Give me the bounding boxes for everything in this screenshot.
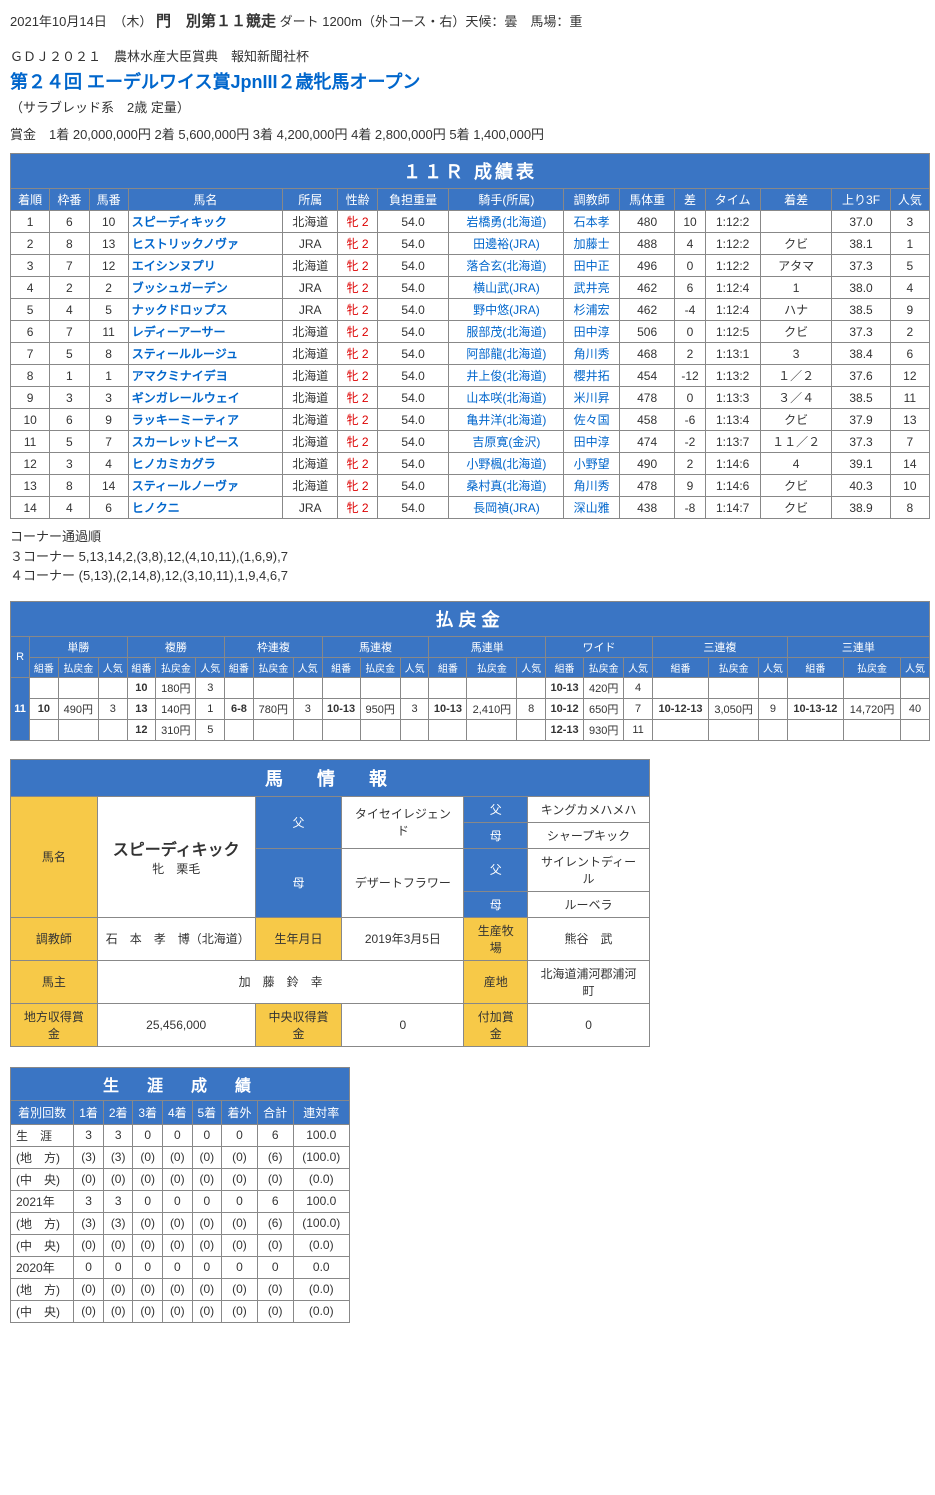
result-row: 545ナックドロップスJRA牝 254.0野中悠(JRA)杉浦宏462-41:1… — [11, 299, 930, 321]
horse-link[interactable]: ヒノクニ — [128, 497, 282, 519]
result-row: 1157スカーレットピース北海道牝 254.0吉原寛(金沢)田中淳474-21:… — [11, 431, 930, 453]
horse-link[interactable]: スピーディキック — [128, 211, 282, 233]
horse-link[interactable]: ヒストリックノヴァ — [128, 233, 282, 255]
result-row: 758スティールルージュ北海道牝 254.0阿部龍(北海道)角川秀46821:1… — [11, 343, 930, 365]
result-row: 1610スピーディキック北海道牝 254.0岩橋勇(北海道)石本孝480101:… — [11, 211, 930, 233]
result-row: 3712エイシンヌプリ北海道牝 254.0落合玄(北海道)田中正49601:12… — [11, 255, 930, 277]
grade-line: ＧＤＪ２０２１ 農林水産大臣賞典 報知新聞社杯 — [10, 46, 925, 65]
result-row: 1069ラッキーミーティア北海道牝 254.0亀井洋(北海道)佐々国458-61… — [11, 409, 930, 431]
result-row: 422ブッシュガーデンJRA牝 254.0横山武(JRA)武井亮46261:12… — [11, 277, 930, 299]
horse-link[interactable]: スカーレットピース — [128, 431, 282, 453]
race-conditions: （サラブレッド系 2歳 定量） — [10, 97, 925, 116]
corner-passage: コーナー通過順 ３コーナー 5,13,14,2,(3,8),12,(4,10,1… — [10, 527, 925, 586]
result-header-row: 着順枠番馬番馬名所属性齢負担重量騎手(所属)調教師馬体重差タイム着差上り3F人気 — [11, 189, 930, 211]
result-row: 811アマクミナイデヨ北海道牝 254.0井上俊(北海道)櫻井拓454-121:… — [11, 365, 930, 387]
result-title: １１Ｒ 成績表 — [11, 154, 930, 189]
horse-link[interactable]: アマクミナイデヨ — [128, 365, 282, 387]
race-header: 2021年10月14日 （木） 門 別第１１競走 ダート 1200m（外コース・… — [10, 10, 925, 31]
horse-link[interactable]: ナックドロップス — [128, 299, 282, 321]
horse-link[interactable]: スティールノーヴァ — [128, 475, 282, 497]
result-table: １１Ｒ 成績表 着順枠番馬番馬名所属性齢負担重量騎手(所属)調教師馬体重差タイム… — [10, 153, 930, 519]
result-row: 2813ヒストリックノヴァJRA牝 254.0田邊裕(JRA)加藤士48841:… — [11, 233, 930, 255]
horse-info-table: 馬 情 報 馬名 スピーディキック牝 栗毛 父 タイセイレジェンド 父キングカメ… — [10, 759, 650, 1047]
horse-link[interactable]: ブッシュガーデン — [128, 277, 282, 299]
race-title: 第２４回 エーデルワイス賞JpnIII２歳牝馬オープン — [10, 68, 925, 94]
result-row: 933ギンガレールウェイ北海道牝 254.0山本咲(北海道)米川昇47801:1… — [11, 387, 930, 409]
horse-link[interactable]: ラッキーミーティア — [128, 409, 282, 431]
result-row: 1446ヒノクニJRA牝 254.0長岡禎(JRA)深山雅438-81:14:7… — [11, 497, 930, 519]
payout-table: 払戻金 R単勝複勝枠連複馬連複馬連単ワイド三連複三連単 組番払戻金人気組番払戻金… — [10, 601, 930, 741]
result-row: 6711レディーアーサー北海道牝 254.0服部茂(北海道)田中淳50601:1… — [11, 321, 930, 343]
horse-link[interactable]: レディーアーサー — [128, 321, 282, 343]
result-row: 13814スティールノーヴァ北海道牝 254.0桑村真(北海道)角川秀47891… — [11, 475, 930, 497]
career-table: 生 涯 成 績 着別回数1着2着3着4着5着着外合計連対率 生 涯3300006… — [10, 1067, 350, 1323]
horse-link[interactable]: ヒノカミカグラ — [128, 453, 282, 475]
prize-money: 賞金 1着 20,000,000円 2着 5,600,000円 3着 4,200… — [10, 124, 925, 143]
result-row: 1234ヒノカミカグラ北海道牝 254.0小野楓(北海道)小野望49021:14… — [11, 453, 930, 475]
horse-link[interactable]: ギンガレールウェイ — [128, 387, 282, 409]
horse-link[interactable]: エイシンヌプリ — [128, 255, 282, 277]
horse-link[interactable]: スティールルージュ — [128, 343, 282, 365]
